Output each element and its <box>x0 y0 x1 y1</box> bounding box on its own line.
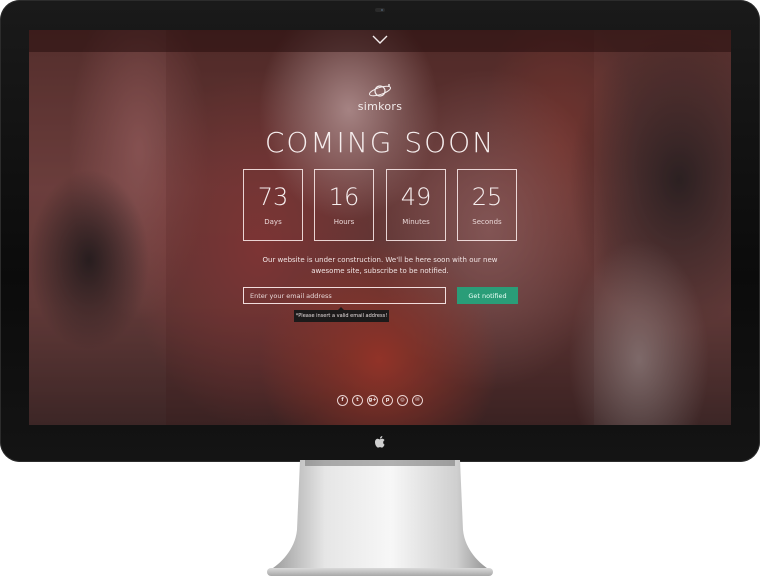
planet-logo-icon <box>368 84 392 97</box>
chevron-down-icon[interactable] <box>372 35 388 45</box>
pinterest-icon[interactable]: p <box>382 395 393 406</box>
page-title: COMING SOON <box>264 126 496 159</box>
countdown-days: 73 Days <box>243 169 303 241</box>
countdown-label: Seconds <box>472 218 502 226</box>
google-plus-icon[interactable]: g+ <box>367 395 378 406</box>
countdown-seconds: 25 Seconds <box>457 169 517 241</box>
email-error-tooltip: *Please insert a valid email address! <box>294 307 389 322</box>
countdown-value: 25 <box>471 183 503 211</box>
facebook-icon[interactable]: f <box>337 395 348 406</box>
countdown-hours: 16 Hours <box>314 169 374 241</box>
apple-logo-icon <box>375 436 385 448</box>
countdown-minutes: 49 Minutes <box>386 169 446 241</box>
right-overlay <box>594 30 731 425</box>
countdown-value: 16 <box>328 183 360 211</box>
left-overlay <box>29 30 166 425</box>
monitor-bezel: simkors COMING SOON 73 Days 16 Hours 49 … <box>0 0 760 462</box>
brand-name: simkors <box>357 100 403 113</box>
email-input[interactable] <box>243 287 446 304</box>
monitor-stand <box>267 460 493 576</box>
email-icon[interactable]: ✉ <box>412 395 423 406</box>
countdown-value: 73 <box>257 183 289 211</box>
construction-message: Our website is under construction. We'll… <box>262 256 498 275</box>
website-screen: simkors COMING SOON 73 Days 16 Hours 49 … <box>29 30 731 425</box>
countdown-label: Days <box>264 218 282 226</box>
countdown-label: Hours <box>333 218 355 226</box>
twitter-icon[interactable]: t <box>352 395 363 406</box>
countdown-label: Minutes <box>402 218 430 226</box>
camera-icon <box>375 8 385 12</box>
get-notified-button[interactable]: Get notified <box>457 287 518 304</box>
dribbble-icon[interactable]: ◎ <box>397 395 408 406</box>
countdown-value: 49 <box>400 183 432 211</box>
